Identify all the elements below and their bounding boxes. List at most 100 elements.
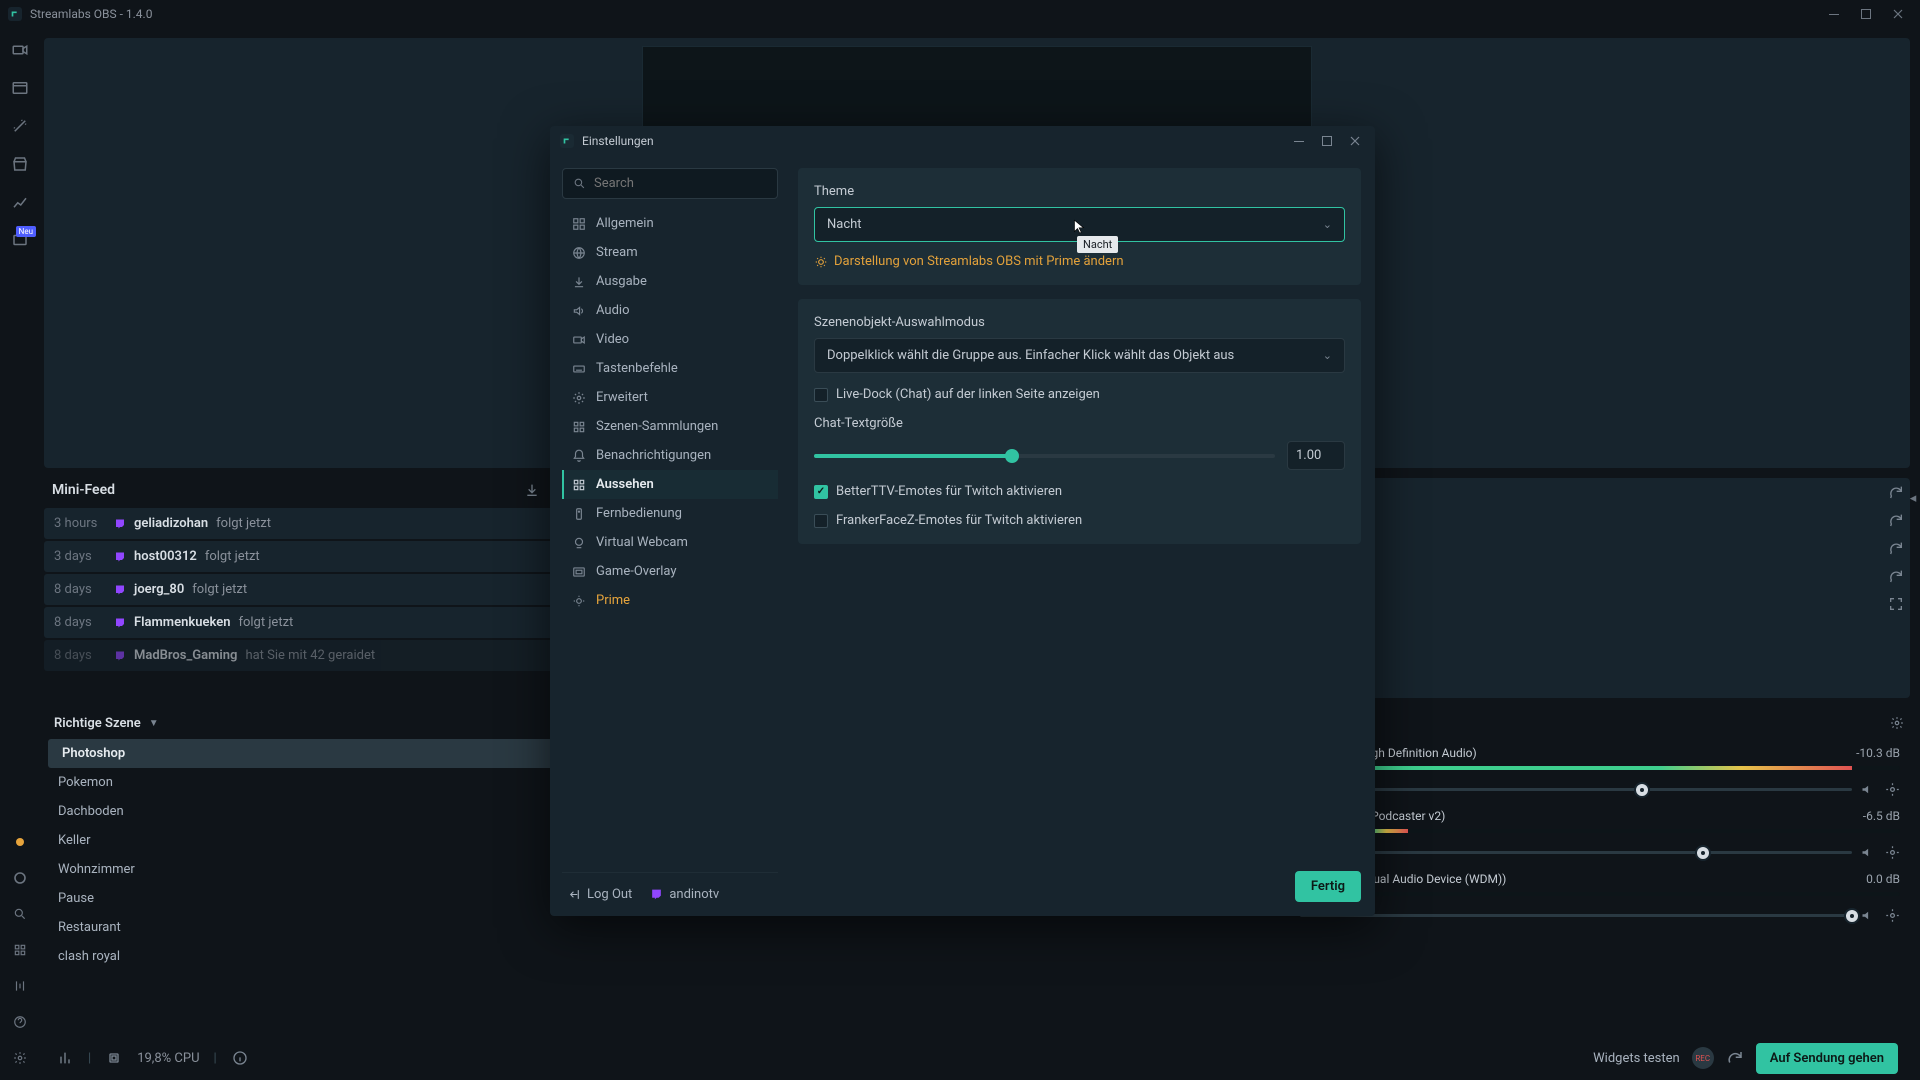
nav-wand-icon[interactable]: [10, 116, 30, 136]
appearance-options-panel: Szenenobjekt-Auswahlmodus Doppelklick wä…: [798, 299, 1361, 544]
settings-nav-video[interactable]: Video: [562, 325, 778, 354]
settings-maximize-button[interactable]: [1317, 131, 1337, 151]
bttv-checkbox-row[interactable]: BetterTTV-Emotes für Twitch aktivieren: [814, 484, 1345, 499]
window-maximize-button[interactable]: [1852, 4, 1880, 24]
nav-help-icon[interactable]: [10, 1012, 30, 1032]
search-icon: [573, 177, 586, 190]
chevron-down-icon: ⌄: [1323, 349, 1332, 362]
user-account[interactable]: andinotv: [650, 887, 719, 902]
dock-reload-icon[interactable]: [1888, 568, 1904, 584]
theme-tooltip: Nacht: [1077, 236, 1118, 253]
dock-reload-icon[interactable]: [1888, 540, 1904, 556]
twitch-icon: [114, 617, 126, 629]
scene-item[interactable]: clash royal: [44, 942, 652, 971]
settings-close-button[interactable]: [1345, 131, 1365, 151]
go-live-button[interactable]: Auf Sendung gehen: [1756, 1043, 1898, 1074]
nav-apps-icon[interactable]: Neu: [10, 230, 30, 250]
keyboard-icon: [572, 362, 586, 376]
checkbox[interactable]: [814, 485, 828, 499]
cpu-icon: [105, 1049, 123, 1067]
nav-settings-icon[interactable]: [10, 1048, 30, 1068]
output-icon: [572, 275, 586, 289]
ffz-checkbox-row[interactable]: FrankerFaceZ-Emotes für Twitch aktiviere…: [814, 513, 1345, 528]
info-icon[interactable]: [231, 1049, 249, 1067]
dock-reload-icon[interactable]: [1888, 512, 1904, 528]
settings-title: Einstellungen: [582, 134, 654, 148]
cpu-usage: 19,8% CPU: [137, 1051, 199, 1066]
app-logo-icon: [8, 7, 22, 21]
record-button[interactable]: REC: [1692, 1047, 1714, 1069]
mixer-volume-slider[interactable]: [1300, 851, 1852, 854]
chat-textsize-slider[interactable]: [814, 454, 1275, 458]
mixer-channel: er (Realtek High Definition Audio) -10.3…: [1290, 738, 1910, 801]
settings-minimize-button[interactable]: [1289, 131, 1309, 151]
settings-nav-fernbedienung[interactable]: Fernbedienung: [562, 499, 778, 528]
replay-icon[interactable]: [1726, 1049, 1744, 1067]
left-nav: Neu: [0, 28, 40, 1080]
nav-window-icon[interactable]: [10, 78, 30, 98]
mixer-meter: [1300, 829, 1900, 833]
collection-icon: [572, 420, 586, 434]
mixer-settings-icon[interactable]: [1885, 908, 1900, 923]
twitch-icon: [114, 650, 126, 662]
mixer-mute-icon[interactable]: [1860, 908, 1875, 923]
logout-button[interactable]: Log Out: [568, 887, 632, 902]
mixer-channel-db: -10.3 dB: [1856, 746, 1900, 760]
mixer-volume-slider[interactable]: [1300, 914, 1852, 917]
settings-nav-audio[interactable]: Audio: [562, 296, 778, 325]
nav-store-icon[interactable]: [10, 154, 30, 174]
mixer-mute-icon[interactable]: [1860, 845, 1875, 860]
dock-reload-icon[interactable]: [1888, 484, 1904, 500]
settings-nav: AllgemeinStreamAusgabeAudioVideoTastenbe…: [562, 209, 778, 615]
prime-icon: [814, 255, 828, 269]
prime-theme-link[interactable]: Darstellung von Streamlabs OBS mit Prime…: [814, 254, 1345, 269]
dock-left-checkbox-row[interactable]: Live-Dock (Chat) auf der linken Seite an…: [814, 387, 1345, 402]
dock-collapse-handle[interactable]: ◂: [1908, 488, 1918, 508]
scene-selection-label: Szenenobjekt-Auswahlmodus: [814, 315, 1345, 330]
checkbox[interactable]: [814, 514, 828, 528]
mixer-mute-icon[interactable]: [1860, 782, 1875, 797]
window-minimize-button[interactable]: [1820, 4, 1848, 24]
widgets-test-link[interactable]: Widgets testen: [1593, 1051, 1680, 1066]
nav-circle-icon[interactable]: [10, 868, 30, 888]
settings-search[interactable]: [562, 168, 778, 199]
nav-grid-icon[interactable]: [10, 940, 30, 960]
mixer-volume-slider[interactable]: [1300, 788, 1852, 791]
chat-textsize-input[interactable]: [1287, 441, 1345, 470]
scene-item[interactable]: Restaurant: [44, 913, 652, 942]
done-button[interactable]: Fertig: [1295, 871, 1361, 902]
settings-search-input[interactable]: [594, 176, 767, 191]
chevron-down-icon: ▼: [149, 718, 159, 729]
settings-nav-benachrichtigungen[interactable]: Benachrichtigungen: [562, 441, 778, 470]
mixer-settings-icon[interactable]: [1890, 716, 1904, 730]
settings-nav-szenen[interactable]: Szenen-Sammlungen: [562, 412, 778, 441]
settings-nav-virtualwebcam[interactable]: Virtual Webcam: [562, 528, 778, 557]
settings-nav-gameoverlay[interactable]: Game-Overlay: [562, 557, 778, 586]
settings-nav-aussehen[interactable]: Aussehen: [562, 470, 778, 499]
mixer-list: er (Realtek High Definition Audio) -10.3…: [1290, 738, 1910, 1026]
scene-selection-select[interactable]: Doppelklick wählt die Gruppe aus. Einfac…: [814, 338, 1345, 373]
mixer-settings-icon[interactable]: [1885, 782, 1900, 797]
dock-expand-icon[interactable]: [1888, 596, 1904, 612]
settings-nav-allgemein[interactable]: Allgemein: [562, 209, 778, 238]
nav-camera-icon[interactable]: [10, 40, 30, 60]
mixer-meter: [1300, 892, 1900, 896]
settings-nav-tastenbefehle[interactable]: Tastenbefehle: [562, 354, 778, 383]
chevron-down-icon: ⌄: [1323, 218, 1332, 231]
mixer-channel: fon (2- RODE Podcaster v2) -6.5 dB: [1290, 801, 1910, 864]
nav-search-icon[interactable]: [10, 904, 30, 924]
nav-equalizer-icon[interactable]: [10, 976, 30, 996]
settings-nav-ausgabe[interactable]: Ausgabe: [562, 267, 778, 296]
window-close-button[interactable]: [1884, 4, 1912, 24]
nav-chart-icon[interactable]: [10, 192, 30, 212]
speaker-icon: [572, 304, 586, 318]
nav-status-dot-icon[interactable]: [10, 832, 30, 852]
feed-download-icon[interactable]: [524, 482, 540, 498]
theme-select[interactable]: Nacht ⌄ Nacht: [814, 207, 1345, 242]
settings-nav-stream[interactable]: Stream: [562, 238, 778, 267]
settings-nav-prime[interactable]: Prime: [562, 586, 778, 615]
settings-nav-erweitert[interactable]: Erweitert: [562, 383, 778, 412]
checkbox[interactable]: [814, 388, 828, 402]
mixer-settings-icon[interactable]: [1885, 845, 1900, 860]
stats-icon[interactable]: [56, 1049, 74, 1067]
